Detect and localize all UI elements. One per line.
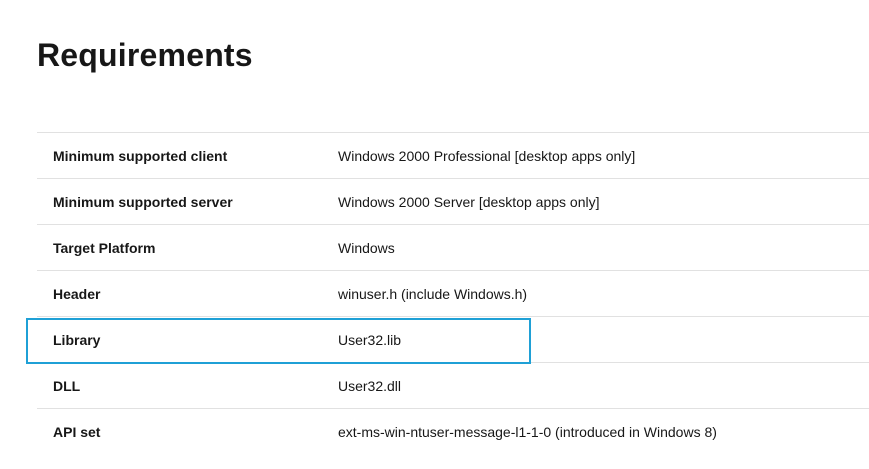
row-value-header: winuser.h (include Windows.h)	[338, 285, 528, 302]
row-label-api-set: API set	[53, 423, 101, 440]
page-title: Requirements	[37, 37, 253, 73]
table-row: Minimum supported client Windows 2000 Pr…	[37, 132, 869, 179]
table-row-library: Library User32.lib	[37, 316, 869, 363]
row-value-library: User32.lib	[338, 331, 402, 348]
row-value-dll: User32.dll	[338, 377, 402, 394]
row-label-target-platform: Target Platform	[53, 239, 156, 256]
table-row: Target Platform Windows	[37, 224, 869, 271]
requirements-table: Minimum supported client Windows 2000 Pr…	[37, 132, 869, 454]
row-value-api-set: ext-ms-win-ntuser-message-l1-1-0 (introd…	[338, 423, 717, 440]
row-label-minimum-supported-client: Minimum supported client	[53, 147, 228, 164]
row-label-library: Library	[53, 331, 101, 348]
row-value-minimum-supported-client: Windows 2000 Professional [desktop apps …	[338, 147, 636, 164]
row-value-target-platform: Windows	[338, 239, 395, 256]
row-value-minimum-supported-server: Windows 2000 Server [desktop apps only]	[338, 193, 600, 210]
table-row: Minimum supported server Windows 2000 Se…	[37, 178, 869, 225]
table-row: Header winuser.h (include Windows.h)	[37, 270, 869, 317]
row-label-dll: DLL	[53, 377, 81, 394]
table-row: DLL User32.dll	[37, 362, 869, 409]
row-label-header: Header	[53, 285, 101, 302]
row-label-minimum-supported-server: Minimum supported server	[53, 193, 233, 210]
table-row: API set ext-ms-win-ntuser-message-l1-1-0…	[37, 408, 869, 455]
